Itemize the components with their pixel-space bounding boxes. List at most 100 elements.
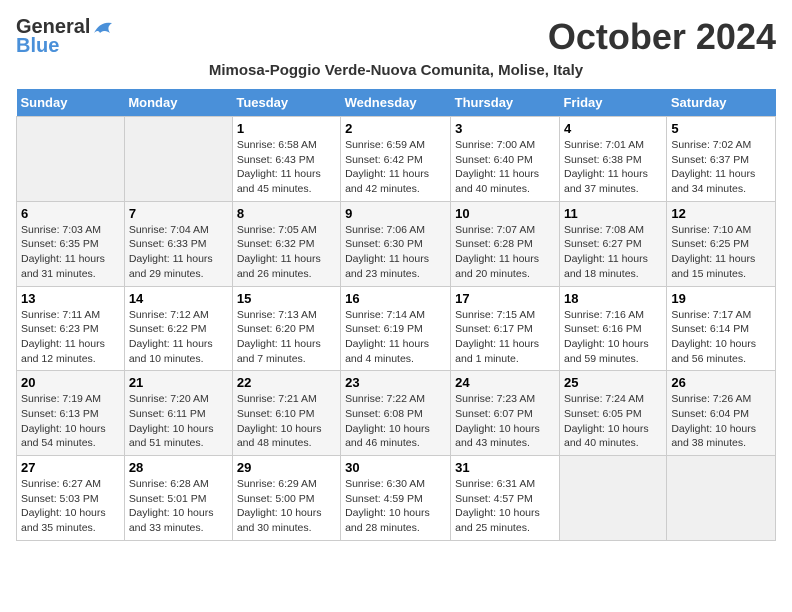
day-number: 26: [671, 375, 771, 390]
day-number: 27: [21, 460, 120, 475]
calendar-cell: [667, 456, 776, 541]
calendar-cell: 10 Sunrise: 7:07 AM Sunset: 6:28 PM Dayli…: [451, 201, 560, 286]
calendar-cell: 26Sunrise: 7:26 AM Sunset: 6:04 PM Dayli…: [667, 371, 776, 456]
day-number: 11: [564, 206, 662, 221]
day-info: Sunrise: 7:07 AM Sunset: 6:28 PM Dayligh…: [455, 223, 555, 282]
day-number: 10: [455, 206, 555, 221]
day-info: Sunrise: 7:16 AM Sunset: 6:16 PM Dayligh…: [564, 308, 662, 367]
day-number: 22: [237, 375, 336, 390]
calendar-cell: 11 Sunrise: 7:08 AM Sunset: 6:27 PM Dayli…: [559, 201, 666, 286]
calendar-cell: 9 Sunrise: 7:06 AM Sunset: 6:30 PM Daylig…: [341, 201, 451, 286]
day-info: Sunrise: 6:59 AM Sunset: 6:42 PM Dayligh…: [345, 138, 446, 197]
calendar-cell: 18 Sunrise: 7:16 AM Sunset: 6:16 PM Dayli…: [559, 286, 666, 371]
day-info: Sunrise: 7:14 AM Sunset: 6:19 PM Dayligh…: [345, 308, 446, 367]
day-number: 18: [564, 291, 662, 306]
calendar-cell: 12 Sunrise: 7:10 AM Sunset: 6:25 PM Dayli…: [667, 201, 776, 286]
day-number: 9: [345, 206, 446, 221]
calendar-cell: 31 Sunrise: 6:31 AM Sunset: 4:57 PM Dayli…: [451, 456, 560, 541]
calendar-cell: 29Sunrise: 6:29 AM Sunset: 5:00 PM Dayli…: [232, 456, 340, 541]
calendar-cell: 13 Sunrise: 7:11 AM Sunset: 6:23 PM Dayli…: [17, 286, 125, 371]
day-number: 3: [455, 121, 555, 136]
calendar-cell: 15 Sunrise: 7:13 AM Sunset: 6:20 PM Dayli…: [232, 286, 340, 371]
day-number: 12: [671, 206, 771, 221]
day-info: Sunrise: 6:28 AM Sunset: 5:01 PM Dayligh…: [129, 477, 228, 536]
calendar-cell: 17 Sunrise: 7:15 AM Sunset: 6:17 PM Dayli…: [451, 286, 560, 371]
day-info: Sunrise: 7:13 AM Sunset: 6:20 PM Dayligh…: [237, 308, 336, 367]
calendar-cell: 7Sunrise: 7:04 AM Sunset: 6:33 PM Daylig…: [124, 201, 232, 286]
day-number: 31: [455, 460, 555, 475]
day-number: 29: [237, 460, 336, 475]
day-info: Sunrise: 7:03 AM Sunset: 6:35 PM Dayligh…: [21, 223, 120, 282]
calendar-cell: 5 Sunrise: 7:02 AM Sunset: 6:37 PM Daylig…: [667, 117, 776, 202]
calendar-cell: 30 Sunrise: 6:30 AM Sunset: 4:59 PM Dayli…: [341, 456, 451, 541]
day-number: 16: [345, 291, 446, 306]
day-number: 1: [237, 121, 336, 136]
day-number: 28: [129, 460, 228, 475]
calendar-cell: [17, 117, 125, 202]
day-info: Sunrise: 7:22 AM Sunset: 6:08 PM Dayligh…: [345, 392, 446, 451]
day-info: Sunrise: 7:20 AM Sunset: 6:11 PM Dayligh…: [129, 392, 228, 451]
calendar-cell: 27 Sunrise: 6:27 AM Sunset: 5:03 PM Dayli…: [17, 456, 125, 541]
calendar-cell: 14 Sunrise: 7:12 AM Sunset: 6:22 PM Dayli…: [124, 286, 232, 371]
day-info: Sunrise: 7:00 AM Sunset: 6:40 PM Dayligh…: [455, 138, 555, 197]
month-title: October 2024: [114, 16, 776, 58]
logo-bird-icon: [92, 19, 114, 37]
day-info: Sunrise: 6:31 AM Sunset: 4:57 PM Dayligh…: [455, 477, 555, 536]
day-number: 30: [345, 460, 446, 475]
day-info: Sunrise: 7:12 AM Sunset: 6:22 PM Dayligh…: [129, 308, 228, 367]
day-info: Sunrise: 7:10 AM Sunset: 6:25 PM Dayligh…: [671, 223, 771, 282]
day-number: 5: [671, 121, 771, 136]
day-number: 21: [129, 375, 228, 390]
calendar-cell: 23 Sunrise: 7:22 AM Sunset: 6:08 PM Dayli…: [341, 371, 451, 456]
day-number: 7: [129, 206, 228, 221]
day-number: 13: [21, 291, 120, 306]
calendar-cell: 25 Sunrise: 7:24 AM Sunset: 6:05 PM Dayli…: [559, 371, 666, 456]
day-info: Sunrise: 7:11 AM Sunset: 6:23 PM Dayligh…: [21, 308, 120, 367]
calendar-subtitle: Mimosa-Poggio Verde-Nuova Comunita, Moli…: [16, 62, 776, 79]
day-info: Sunrise: 7:24 AM Sunset: 6:05 PM Dayligh…: [564, 392, 662, 451]
day-info: Sunrise: 6:30 AM Sunset: 4:59 PM Dayligh…: [345, 477, 446, 536]
calendar-cell: 3 Sunrise: 7:00 AM Sunset: 6:40 PM Daylig…: [451, 117, 560, 202]
day-info: Sunrise: 7:05 AM Sunset: 6:32 PM Dayligh…: [237, 223, 336, 282]
day-info: Sunrise: 7:15 AM Sunset: 6:17 PM Dayligh…: [455, 308, 555, 367]
calendar-cell: 21 Sunrise: 7:20 AM Sunset: 6:11 PM Dayli…: [124, 371, 232, 456]
day-number: 23: [345, 375, 446, 390]
calendar-cell: 24Sunrise: 7:23 AM Sunset: 6:07 PM Dayli…: [451, 371, 560, 456]
day-of-week-header: Monday: [124, 89, 232, 117]
calendar-cell: 16 Sunrise: 7:14 AM Sunset: 6:19 PM Dayli…: [341, 286, 451, 371]
day-info: Sunrise: 7:21 AM Sunset: 6:10 PM Dayligh…: [237, 392, 336, 451]
calendar-cell: [124, 117, 232, 202]
day-number: 25: [564, 375, 662, 390]
day-number: 14: [129, 291, 228, 306]
calendar-cell: 6 Sunrise: 7:03 AM Sunset: 6:35 PM Daylig…: [17, 201, 125, 286]
day-of-week-header: Wednesday: [341, 89, 451, 117]
day-of-week-header: Sunday: [17, 89, 125, 117]
day-number: 20: [21, 375, 120, 390]
day-info: Sunrise: 7:06 AM Sunset: 6:30 PM Dayligh…: [345, 223, 446, 282]
day-of-week-header: Thursday: [451, 89, 560, 117]
day-number: 6: [21, 206, 120, 221]
day-info: Sunrise: 7:23 AM Sunset: 6:07 PM Dayligh…: [455, 392, 555, 451]
logo-blue: Blue: [16, 35, 59, 58]
calendar-cell: 19Sunrise: 7:17 AM Sunset: 6:14 PM Dayli…: [667, 286, 776, 371]
calendar-cell: 20 Sunrise: 7:19 AM Sunset: 6:13 PM Dayli…: [17, 371, 125, 456]
day-number: 4: [564, 121, 662, 136]
calendar-cell: [559, 456, 666, 541]
calendar-cell: 22 Sunrise: 7:21 AM Sunset: 6:10 PM Dayli…: [232, 371, 340, 456]
day-info: Sunrise: 7:19 AM Sunset: 6:13 PM Dayligh…: [21, 392, 120, 451]
day-info: Sunrise: 7:02 AM Sunset: 6:37 PM Dayligh…: [671, 138, 771, 197]
calendar-cell: 28 Sunrise: 6:28 AM Sunset: 5:01 PM Dayli…: [124, 456, 232, 541]
calendar-cell: 1Sunrise: 6:58 AM Sunset: 6:43 PM Daylig…: [232, 117, 340, 202]
day-number: 8: [237, 206, 336, 221]
day-number: 15: [237, 291, 336, 306]
day-info: Sunrise: 7:08 AM Sunset: 6:27 PM Dayligh…: [564, 223, 662, 282]
logo: General Blue: [16, 16, 114, 58]
calendar-table: SundayMondayTuesdayWednesdayThursdayFrid…: [16, 89, 776, 541]
day-info: Sunrise: 6:27 AM Sunset: 5:03 PM Dayligh…: [21, 477, 120, 536]
calendar-cell: 2 Sunrise: 6:59 AM Sunset: 6:42 PM Daylig…: [341, 117, 451, 202]
day-of-week-header: Friday: [559, 89, 666, 117]
day-of-week-header: Tuesday: [232, 89, 340, 117]
day-number: 2: [345, 121, 446, 136]
calendar-cell: 8 Sunrise: 7:05 AM Sunset: 6:32 PM Daylig…: [232, 201, 340, 286]
day-number: 17: [455, 291, 555, 306]
